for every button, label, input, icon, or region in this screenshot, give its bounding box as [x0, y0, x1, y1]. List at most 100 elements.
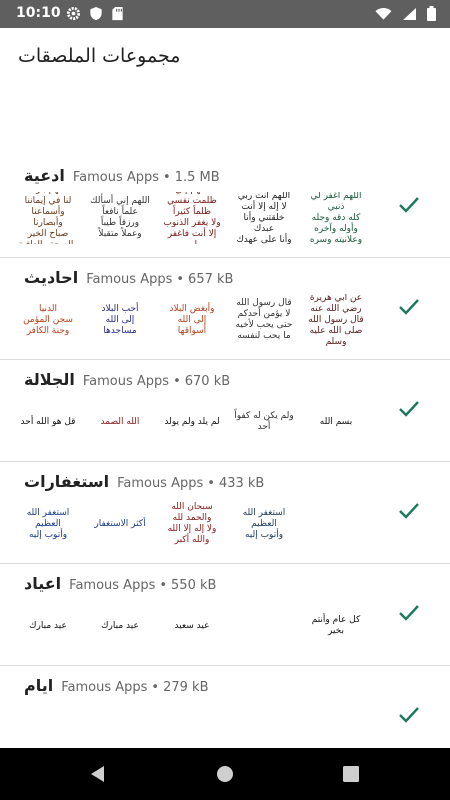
- sticker-thumbnail: قل هو الله أحد: [18, 396, 78, 448]
- sticker-thumbnail: أكثر الاستغفار: [90, 498, 150, 550]
- sticker-text: استغفر الله العظيم: [26, 507, 70, 529]
- sticker-text: وأوله وآخره: [314, 223, 358, 234]
- sticker-pack-list[interactable]: ادعيةFamous Apps•1.5 MBاللهم باركلنا في …: [0, 156, 450, 756]
- sticker-text: لنا في إيماننا: [24, 196, 72, 206]
- added-check-icon[interactable]: [398, 400, 420, 422]
- sticker-text: استغفر الله: [242, 507, 286, 518]
- sticker-text: اللهم إني أسألك: [90, 196, 150, 206]
- pack-meta: Famous Apps • 670 kB: [83, 374, 230, 389]
- pack-header: الجلالة Famous Apps • 670 kB: [24, 370, 230, 389]
- sticker-thumbnail: عيد مبارك: [90, 600, 150, 652]
- meta-separator: •: [159, 578, 168, 593]
- sticker-pack-row[interactable]: ايام Famous Apps • 279 kB: [0, 666, 450, 756]
- sticker-text: عيد مبارك: [29, 620, 67, 631]
- meta-separator: •: [176, 272, 185, 287]
- pack-publisher: Famous Apps: [117, 476, 204, 491]
- sticker-text: والله أكبر: [174, 535, 210, 545]
- shield-icon: [89, 6, 103, 21]
- sticker-thumbnail: قال رسول الله لا يؤمن أحدكم حتى يحب لأخيه م…: [234, 294, 294, 346]
- back-icon[interactable]: [88, 764, 108, 788]
- sticker-preview-strip: عيد مبارك عيد مبارك عيد سعيد كل عام وأنتم ب…: [18, 600, 366, 652]
- sticker-text: صلى الله عليه وسلم: [309, 325, 363, 347]
- sticker-text: والصحة والعافية: [18, 240, 78, 244]
- pack-size: 279 kB: [163, 680, 209, 695]
- sticker-preview-strip: الدنيا سجن المؤمن وجنة الكافر أحب البلاد إلى…: [18, 294, 366, 346]
- sticker-preview-strip: قل هو الله أحد الله الصمد لم يلد ولم يولد و…: [18, 396, 366, 448]
- sticker-thumbnail: أحب البلاد إلى الله مساجدها: [90, 294, 150, 346]
- battery-icon: [427, 6, 436, 21]
- sticker-thumbnail: لم يلد ولم يولد: [162, 396, 222, 448]
- pack-meta: Famous Apps • 550 kB: [69, 578, 216, 593]
- sticker-text: بسم الله: [319, 416, 353, 427]
- added-check-icon[interactable]: [398, 502, 420, 524]
- sticker-text: لم يلد ولم يولد: [164, 416, 220, 427]
- sticker-text: علماً نافعاً: [102, 207, 138, 217]
- recents-icon[interactable]: [341, 764, 361, 788]
- sticker-text: إلى الله: [177, 314, 207, 325]
- pack-header: ايام Famous Apps • 279 kB: [24, 676, 209, 695]
- sticker-text: صباح الخير: [27, 229, 69, 239]
- sticker-text: ورزقاً طيباً: [100, 218, 140, 228]
- pack-name: اعياد: [24, 574, 62, 593]
- sticker-pack-row[interactable]: استغفارات Famous Apps • 433 kB استغفر الله ا…: [0, 462, 450, 564]
- sticker-thumbnail: اللهم اغفر لي ذنبي كله دقه وجله وأوله وآخر…: [306, 192, 366, 244]
- sticker-text: وأنا على عهدك: [236, 234, 292, 245]
- sticker-text: الدنيا: [39, 303, 57, 314]
- pack-meta: Famous Apps • 433 kB: [117, 476, 264, 491]
- signal-icon: [402, 7, 417, 21]
- pack-size: 1.5 MB: [174, 170, 220, 185]
- meta-separator: •: [207, 476, 215, 491]
- sticker-thumbnail: اللهم إني أسألك علماً نافعاً ورزقاً طيباً و…: [90, 192, 150, 244]
- pack-name: ايام: [24, 676, 54, 695]
- pack-publisher: Famous Apps: [69, 578, 156, 593]
- sd-card-icon: [111, 6, 124, 21]
- sticker-pack-row[interactable]: اعياد Famous Apps • 550 kB عيد مبارك عيد مبار…: [0, 564, 450, 666]
- added-check-icon[interactable]: [398, 706, 420, 728]
- pack-meta: Famous Apps • 1.5 MB: [73, 170, 220, 185]
- home-icon[interactable]: [215, 764, 235, 788]
- sticker-text: كل عام وأنتم بخير: [311, 615, 361, 636]
- sticker-text: رضي الله عنه: [310, 303, 362, 314]
- pack-publisher: Famous Apps: [86, 272, 173, 287]
- pack-name: استغفارات: [24, 472, 110, 491]
- sticker-text: قال رسول الله: [236, 298, 292, 308]
- pack-header: احاديث Famous Apps • 657 kB: [24, 268, 233, 287]
- sticker-text: عيد مبارك: [101, 620, 139, 631]
- pack-meta: Famous Apps • 279 kB: [61, 680, 208, 695]
- sticker-text: سجن المؤمن: [23, 314, 73, 325]
- pack-name: ادعية: [24, 166, 65, 185]
- sticker-text: سبحان الله والحمد لله: [171, 502, 213, 523]
- sticker-preview-strip: استغفر الله العظيم وأتوب إليه أكثر الاستغف…: [18, 498, 294, 550]
- sticker-text: عن أبي هريرة: [309, 294, 363, 303]
- sticker-preview-strip: اللهم باركلنا في إيمانناوأسماعنا وأبصارن…: [18, 192, 366, 244]
- added-check-icon[interactable]: [398, 196, 420, 218]
- pack-meta: Famous Apps • 657 kB: [86, 272, 233, 287]
- sticker-pack-row[interactable]: احاديث Famous Apps • 657 kB الدنيا سجن المؤمن…: [0, 258, 450, 360]
- meta-separator: •: [173, 374, 181, 389]
- sticker-text: اللهم إني ظلمت نفسي: [167, 192, 217, 206]
- sticker-text: إلا أنت فاغفر لي: [167, 229, 217, 244]
- sticker-text: لا إله إلا أنت: [241, 201, 287, 212]
- sticker-text: أكثر الاستغفار: [94, 518, 146, 529]
- pack-header: اعياد Famous Apps • 550 kB: [24, 574, 216, 593]
- sticker-thumbnail: [234, 600, 294, 652]
- sticker-thumbnail: عن أبي هريرة رضي الله عنه قال رسول الله صلى…: [306, 294, 366, 346]
- sticker-thumbnail: استغفر الله العظيم وأتوب إليه: [234, 498, 294, 550]
- added-check-icon[interactable]: [398, 298, 420, 320]
- sticker-text: وأبغض البلاد: [169, 303, 215, 314]
- sticker-text: ولم يكن له كفواً أحد: [234, 411, 294, 432]
- sticker-text: حتى يحب لأخيه: [235, 320, 293, 330]
- sticker-thumbnail: استغفر الله العظيم وأتوب إليه: [18, 498, 78, 550]
- sticker-thumbnail: اللهم إني ظلمت نفسيظلماً كثيراًولا يغفر …: [162, 192, 222, 244]
- pack-size: 433 kB: [218, 476, 265, 491]
- sticker-pack-row[interactable]: ادعية Famous Apps•1.5 MB اللهم باركلنا في …: [0, 156, 450, 258]
- sticker-text: وجنة الكافر: [26, 325, 70, 336]
- sticker-pack-row[interactable]: الجلالة Famous Apps • 670 kB قل هو الله أحد ا…: [0, 360, 450, 462]
- pack-size: 670 kB: [184, 374, 231, 389]
- added-check-icon[interactable]: [398, 604, 420, 626]
- sticker-thumbnail: سبحان الله والحمد لله ولا إله إلا الله وال…: [162, 498, 222, 550]
- sticker-text: كله دقه وجله: [311, 212, 361, 223]
- sticker-thumbnail: الله الصمد: [90, 396, 150, 448]
- pack-name: احاديث: [24, 268, 79, 287]
- sticker-thumbnail: عيد سعيد: [162, 600, 222, 652]
